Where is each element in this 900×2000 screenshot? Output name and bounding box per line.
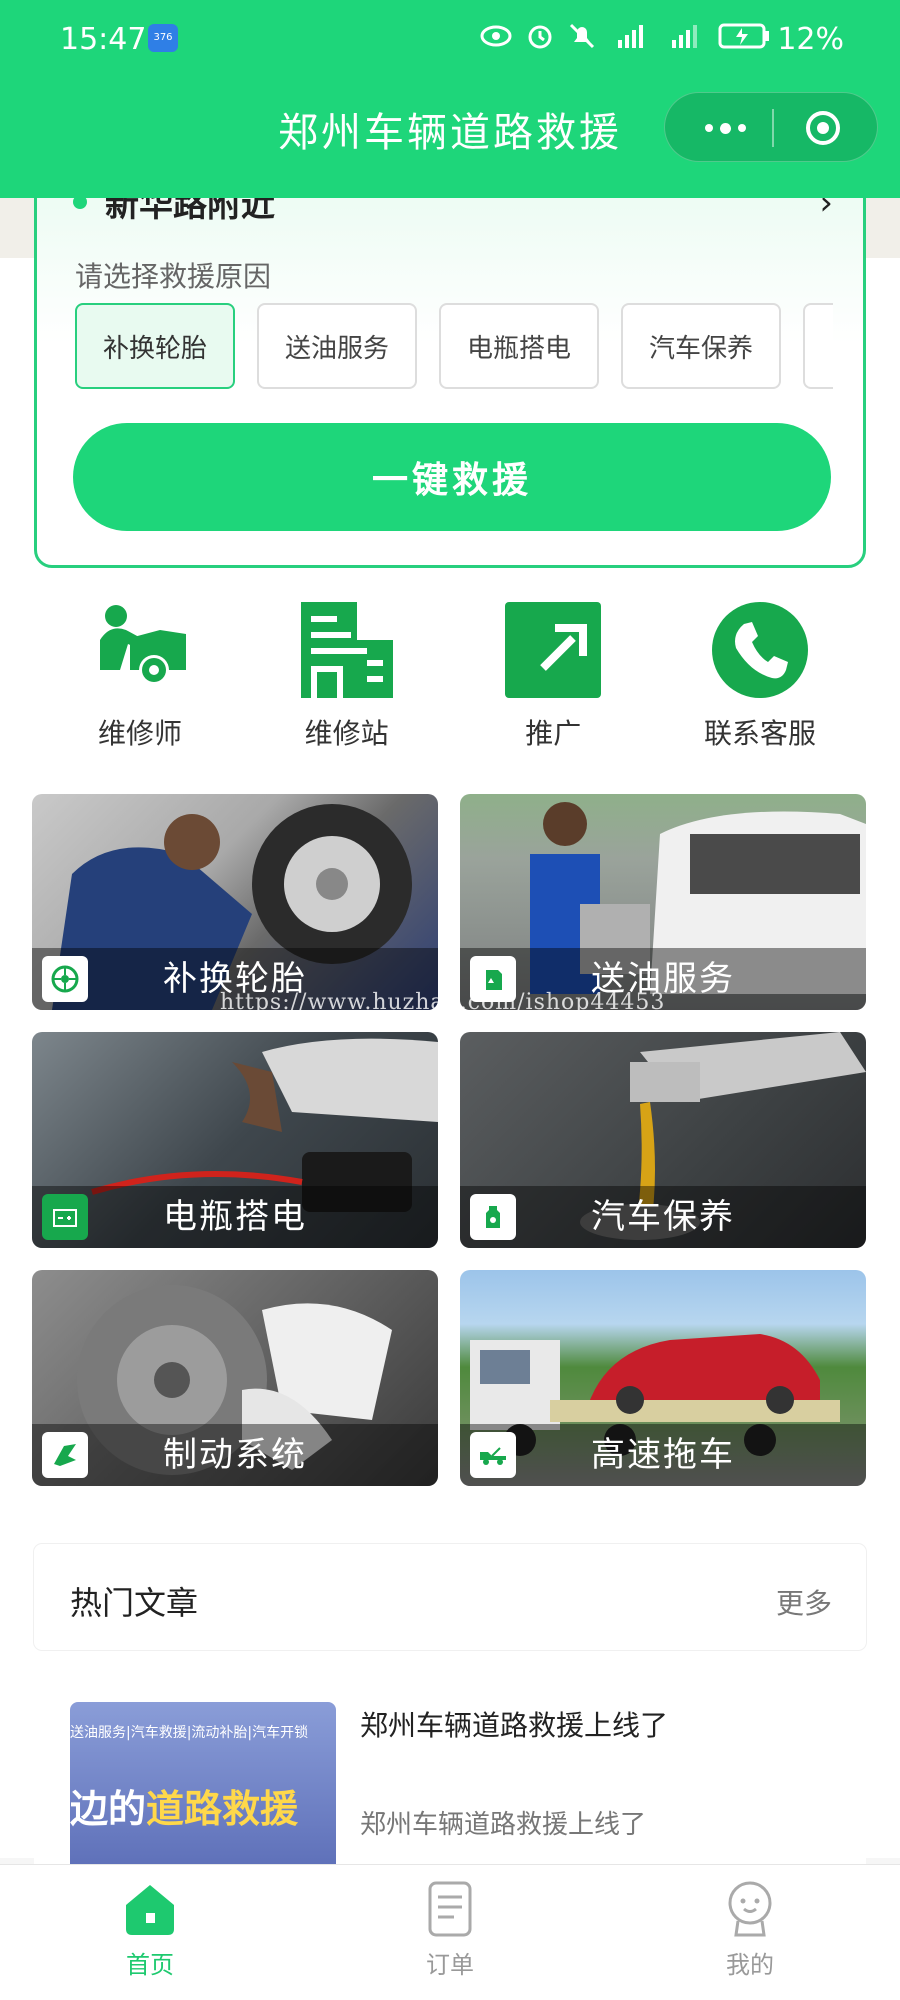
tab-label: 订单 <box>426 1951 474 1979</box>
reason-chip[interactable]: 汽车保养 <box>621 303 781 389</box>
miniprogram-capsule <box>664 92 878 162</box>
top-header: 15:47 376 12% 郑州车辆道路救援 <box>0 0 900 198</box>
signal-icon <box>618 25 643 48</box>
thumbnail-tagline: 送油服务|汽车救援|流动补胎|汽车开锁 <box>70 1725 309 1741</box>
bottom-tab-bar: 首页 订单 我的 <box>0 1864 900 2000</box>
status-time: 15:47 <box>60 22 147 57</box>
quick-action-label: 维修师 <box>97 717 182 750</box>
service-tile-fuel[interactable]: 送油服务 <box>460 794 866 1010</box>
service-tile-brake[interactable]: 制动系统 <box>32 1270 438 1486</box>
quick-action-promote[interactable]: 推广 <box>453 600 653 752</box>
article-thumbnail: 送油服务|汽车救援|流动补胎|汽车开锁 边的道路救援 <box>70 1702 336 1872</box>
more-options-button[interactable] <box>695 93 755 163</box>
quick-action-mechanic[interactable]: 维修师 <box>40 600 240 752</box>
quick-actions: 维修师 维修站 推广 联系客服 <box>40 600 860 752</box>
tab-label: 我的 <box>726 1951 774 1979</box>
service-grid: 补换轮胎 送油服务 电瓶搭电 汽车保养 制动系统 高速拖车 <box>32 794 868 1486</box>
tab-mine[interactable]: 我的 <box>600 1865 900 2000</box>
mute-icon <box>569 23 595 49</box>
service-tile-maintenance[interactable]: 汽车保养 <box>460 1032 866 1248</box>
reason-chip[interactable]: 送油服务 <box>257 303 417 389</box>
thumbnail-headline-prefix: 边的 <box>70 1787 147 1831</box>
close-miniprogram-icon[interactable] <box>805 110 841 146</box>
service-tile-label: 制动系统 <box>163 1435 307 1475</box>
service-tile-label: 高速拖车 <box>591 1435 735 1475</box>
tab-label: 首页 <box>126 1951 174 1979</box>
notification-badge-icon: 376 <box>148 24 178 52</box>
service-tile-battery[interactable]: 电瓶搭电 <box>32 1032 438 1248</box>
repair-station-icon <box>297 600 397 700</box>
hot-articles-header: 热门文章 更多 <box>34 1544 866 1650</box>
status-icons <box>480 22 770 50</box>
reason-chip[interactable]: 补换轮胎 <box>75 303 235 389</box>
reason-chip[interactable]: 电瓶搭电 <box>439 303 599 389</box>
section-title: 热门文章 <box>70 1584 199 1622</box>
share-arrow-icon <box>503 600 603 700</box>
one-click-rescue-button[interactable]: 一键救援 <box>73 423 831 531</box>
user-icon <box>728 1881 772 1937</box>
quick-action-label: 维修站 <box>304 717 389 750</box>
reason-label: 请选择救援原因 <box>75 260 272 293</box>
watermark-text: https://www.huzhan.com/ishop44453 <box>220 990 666 1015</box>
article-item[interactable]: 送油服务|汽车救援|流动补胎|汽车开锁 边的道路救援 郑州车辆道路救援上线了 郑… <box>34 1672 866 1872</box>
thumbnail-headline-highlight: 道路救援 <box>146 1787 299 1831</box>
more-link[interactable]: 更多 <box>776 1582 832 1622</box>
battery-icon <box>718 23 769 49</box>
quick-action-repair-station[interactable]: 维修站 <box>247 600 447 752</box>
alarm-icon <box>528 25 552 49</box>
mechanic-icon <box>90 600 190 700</box>
document-icon <box>428 1881 472 1937</box>
service-tile-label: 电瓶搭电 <box>163 1197 307 1237</box>
quick-action-customer-service[interactable]: 联系客服 <box>660 600 860 752</box>
reason-chips: 补换轮胎 送油服务 电瓶搭电 汽车保养 <box>75 303 833 389</box>
page-title-text: 郑州车辆道路救援 <box>278 110 622 156</box>
battery-percentage: 12% <box>777 22 844 57</box>
service-tile-tire[interactable]: 补换轮胎 <box>32 794 438 1010</box>
tab-home[interactable]: 首页 <box>0 1865 300 2000</box>
status-bar: 15:47 376 12% <box>0 18 900 62</box>
eye-icon <box>480 25 512 47</box>
thumbnail-headline: 边的道路救援 <box>70 1778 298 1833</box>
service-tile-towing[interactable]: 高速拖车 <box>460 1270 866 1486</box>
phone-icon <box>710 600 810 700</box>
home-icon <box>126 1885 174 1935</box>
article-description: 郑州车辆道路救援上线了 <box>360 1810 647 1840</box>
signal-icon-2 <box>672 25 697 48</box>
capsule-divider <box>772 109 774 147</box>
rescue-card: 新华路附近 › 请选择救援原因 补换轮胎 送油服务 电瓶搭电 汽车保养 一键救援 <box>34 160 866 568</box>
quick-action-label: 联系客服 <box>703 717 816 750</box>
article-title: 郑州车辆道路救援上线了 <box>360 1709 669 1742</box>
tab-orders[interactable]: 订单 <box>300 1865 600 2000</box>
service-tile-label: 汽车保养 <box>591 1197 735 1237</box>
reason-chip-overflow[interactable] <box>803 303 833 389</box>
quick-action-label: 推广 <box>525 717 582 750</box>
